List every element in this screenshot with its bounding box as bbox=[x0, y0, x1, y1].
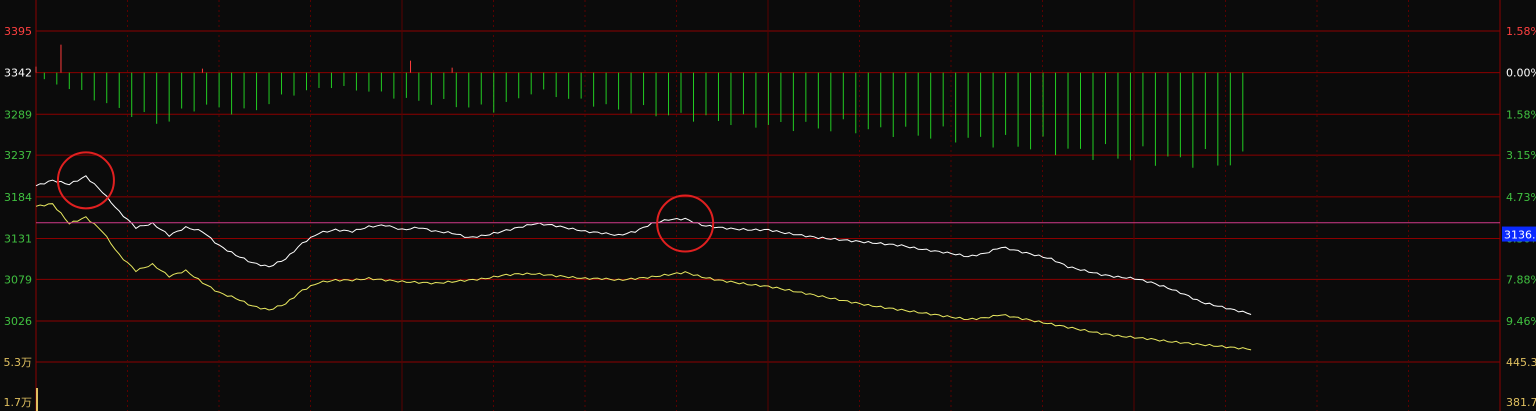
left-tick-label: 3131 bbox=[4, 232, 32, 245]
left-tick-label: 3079 bbox=[4, 273, 32, 286]
left-tick-label: 3395 bbox=[4, 25, 32, 38]
right-tick-label: 1.58% bbox=[1506, 108, 1536, 121]
chart-canvas: 3395 3342 3289 3237 3184 3131 3079 3026 1.58% 0.0… bbox=[0, 0, 1536, 411]
right-tick-label: 7.88% bbox=[1506, 273, 1536, 286]
volume-right-label: 445.3 bbox=[1506, 356, 1536, 369]
right-tick-label: 3.15% bbox=[1506, 149, 1536, 162]
volume-left-label: 5.3万 bbox=[4, 356, 33, 369]
right-tick-label: 1.58% bbox=[1506, 25, 1536, 38]
left-tick-label: 3237 bbox=[4, 149, 32, 162]
left-tick-label: 3026 bbox=[4, 315, 32, 328]
volume-right-label: 381.7 bbox=[1506, 396, 1536, 409]
right-tick-label: 4.73% bbox=[1506, 191, 1536, 204]
right-tick-label: 9.46% bbox=[1506, 315, 1536, 328]
intraday-chart: 3395 3342 3289 3237 3184 3131 3079 3026 1.58% 0.0… bbox=[0, 0, 1536, 411]
left-tick-label: 3184 bbox=[4, 191, 32, 204]
left-tick-label: 3342 bbox=[4, 67, 32, 80]
left-tick-label: 3289 bbox=[4, 108, 32, 121]
current-price-label: 3136. bbox=[1504, 229, 1536, 242]
volume-left-label: 1.7万 bbox=[4, 396, 33, 409]
right-tick-label: 0.00% bbox=[1506, 67, 1536, 80]
